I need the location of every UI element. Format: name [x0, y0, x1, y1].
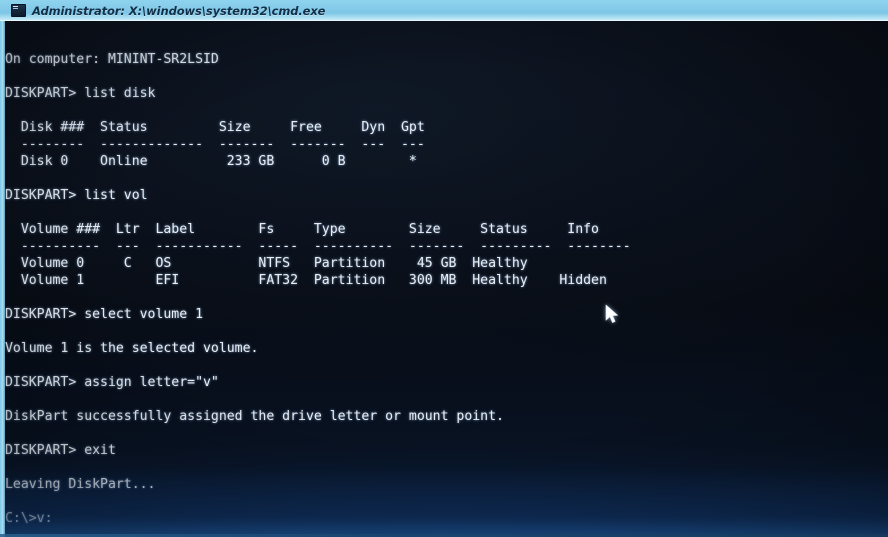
vol-row-1: Volume 1 EFI FAT32 Partition 300 MB Heal… [5, 273, 607, 288]
disk-row-0: Disk 0 Online 233 GB 0 B * [5, 154, 417, 169]
cmd-select-vol: DISKPART> select volume 1 [5, 307, 203, 322]
cmd-console-icon [11, 4, 26, 17]
out-leaving: Leaving DiskPart... [5, 477, 156, 492]
window-title: Administrator: X:\windows\system32\cmd.e… [32, 3, 326, 18]
host-line: On computer: MININT-SR2LSID [5, 52, 219, 67]
cmd-list-vol: DISKPART> list vol [5, 188, 148, 203]
vol-sep: ---------- --- ----------- ----- -------… [5, 239, 631, 254]
window-titlebar[interactable]: Administrator: X:\windows\system32\cmd.e… [0, 0, 888, 21]
disk-header: Disk ### Status Size Free Dyn Gpt [5, 120, 425, 135]
console-output-area[interactable]: On computer: MININT-SR2LSID DISKPART> lis… [5, 21, 888, 537]
cmd-exit: DISKPART> exit [5, 443, 116, 458]
vol-header: Volume ### Ltr Label Fs Type Size Status… [5, 222, 599, 237]
window-border-left [0, 21, 5, 537]
cmd-list-disk: DISKPART> list disk [5, 86, 156, 101]
out-selected: Volume 1 is the selected volume. [5, 341, 259, 356]
out-assigned: DiskPart successfully assigned the drive… [5, 409, 504, 424]
vol-row-0: Volume 0 C OS NTFS Partition 45 GB Healt… [5, 256, 528, 271]
disk-sep: -------- ------------- ------- ------- -… [5, 137, 425, 152]
console-text-layer: On computer: MININT-SR2LSID DISKPART> lis… [5, 21, 888, 537]
cmd-drive-switch: C:\>v: [5, 511, 53, 526]
cmd-window: Administrator: X:\windows\system32\cmd.e… [0, 0, 888, 537]
cmd-assign: DISKPART> assign letter="v" [5, 375, 219, 390]
